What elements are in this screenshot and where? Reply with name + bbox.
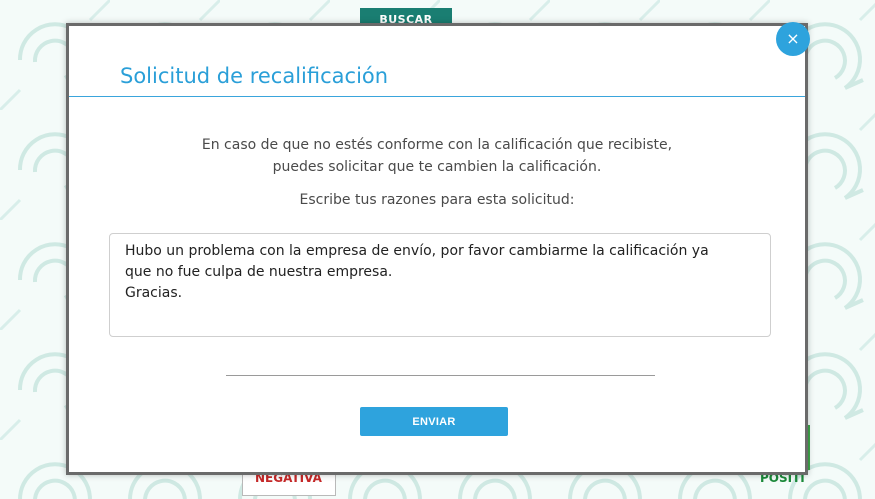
- modal-title: Solicitud de recalificación: [120, 64, 389, 88]
- intro-line-1: En caso de que no estés conforme con la …: [201, 137, 673, 153]
- close-button[interactable]: ×: [776, 22, 810, 56]
- reason-textarea[interactable]: Hubo un problema con la empresa de envío…: [109, 233, 771, 337]
- send-button[interactable]: ENVIAR: [360, 407, 508, 436]
- title-divider: [69, 96, 805, 97]
- intro-line-2: puedes solicitar que te cambien la calif…: [272, 159, 602, 175]
- intro-text: En caso de que no estés conforme con la …: [69, 134, 805, 178]
- reason-prompt: Escribe tus razones para esta solicitud:: [299, 192, 575, 208]
- footer-divider: [226, 375, 655, 376]
- close-icon: ×: [786, 29, 800, 48]
- recalification-modal: Solicitud de recalificación En caso de q…: [66, 23, 808, 475]
